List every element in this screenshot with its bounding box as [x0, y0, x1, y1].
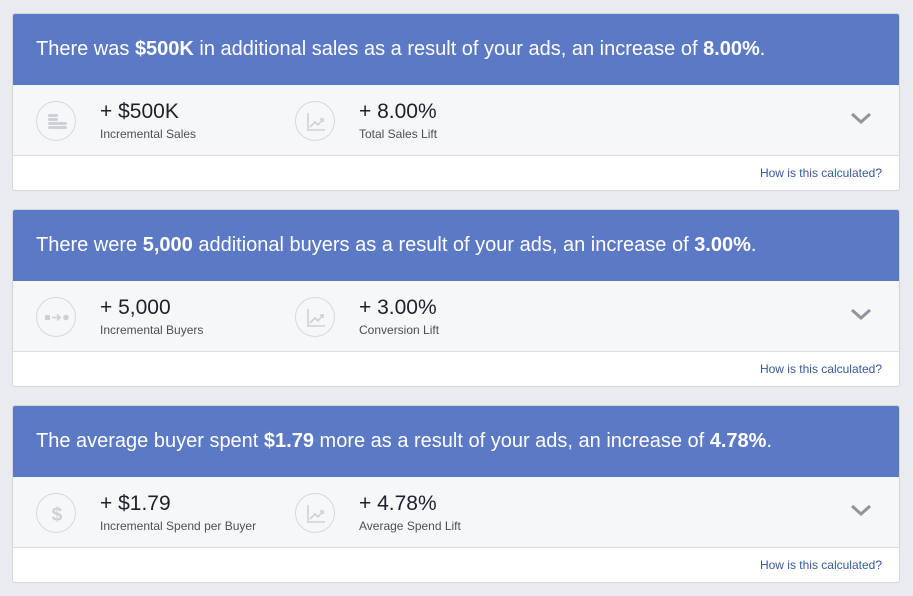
chevron-down-icon[interactable]: [849, 502, 873, 518]
how-calculated-link[interactable]: How is this calculated?: [760, 362, 882, 376]
metric-label: Total Sales Lift: [359, 127, 438, 141]
headline-highlight: 8.00%: [703, 38, 760, 60]
dollar-icon: $: [36, 493, 76, 533]
headline-text: The average buyer spent: [36, 430, 264, 452]
metrics-row[interactable]: $ + $1.79 Incremental Spend per Buyer + …: [13, 477, 899, 548]
conversion-flow-icon: [36, 297, 76, 337]
sales-lift-card: There was $500K in additional sales as a…: [12, 13, 900, 191]
card-footer: How is this calculated?: [13, 548, 899, 582]
how-calculated-link[interactable]: How is this calculated?: [760, 166, 882, 180]
metric-value: + 3.00%: [359, 296, 437, 319]
metric-value: + $1.79: [100, 492, 171, 515]
metrics-row[interactable]: + $500K Incremental Sales + 8.00% Total …: [13, 85, 899, 156]
metric-label: Incremental Spend per Buyer: [100, 519, 257, 533]
headline-text: There were: [36, 234, 143, 256]
how-calculated-link[interactable]: How is this calculated?: [760, 558, 882, 572]
headline-text: .: [750, 234, 757, 256]
headline-text: .: [759, 38, 766, 60]
headline-highlight: 5,000: [142, 234, 193, 256]
metric-value: + 8.00%: [359, 100, 437, 123]
chevron-down-icon[interactable]: [849, 110, 873, 126]
headline-text: .: [766, 430, 773, 452]
headline-highlight: 4.78%: [709, 430, 767, 452]
svg-text:$: $: [52, 505, 63, 526]
metric-label: Incremental Sales: [100, 127, 197, 141]
metrics-row[interactable]: + 5,000 Incremental Buyers + 3.00% Conve…: [13, 281, 899, 352]
metric-value: + 4.78%: [359, 492, 437, 515]
metric-label: Average Spend Lift: [359, 519, 461, 533]
headline-text: in additional sales as a result of your …: [193, 38, 704, 60]
lift-results: There was $500K in additional sales as a…: [0, 0, 913, 596]
card-footer: How is this calculated?: [13, 352, 899, 386]
trend-chart-icon: [295, 297, 335, 337]
card-headline: The average buyer spent $1.79 more as a …: [13, 406, 899, 477]
metric-value: + $500K: [100, 100, 179, 123]
metric-label: Conversion Lift: [359, 323, 440, 337]
headline-highlight: $1.79: [263, 430, 314, 452]
headline-text: more as a result of your ads, an increas…: [313, 430, 710, 452]
trend-chart-icon: [295, 493, 335, 533]
coins-icon: [36, 101, 76, 141]
card-headline: There were 5,000 additional buyers as a …: [13, 210, 899, 281]
metric-label: Incremental Buyers: [100, 323, 204, 337]
card-headline: There was $500K in additional sales as a…: [13, 14, 899, 85]
headline-highlight: $500K: [134, 38, 194, 60]
trend-chart-icon: [295, 101, 335, 141]
spend-lift-card: The average buyer spent $1.79 more as a …: [12, 405, 900, 583]
metric-value: + 5,000: [100, 296, 171, 319]
headline-highlight: 3.00%: [694, 234, 751, 256]
headline-text: There was: [36, 38, 135, 60]
card-footer: How is this calculated?: [13, 156, 899, 190]
chevron-down-icon[interactable]: [849, 306, 873, 322]
buyers-lift-card: There were 5,000 additional buyers as a …: [12, 209, 900, 387]
headline-text: additional buyers as a result of your ad…: [192, 234, 695, 256]
